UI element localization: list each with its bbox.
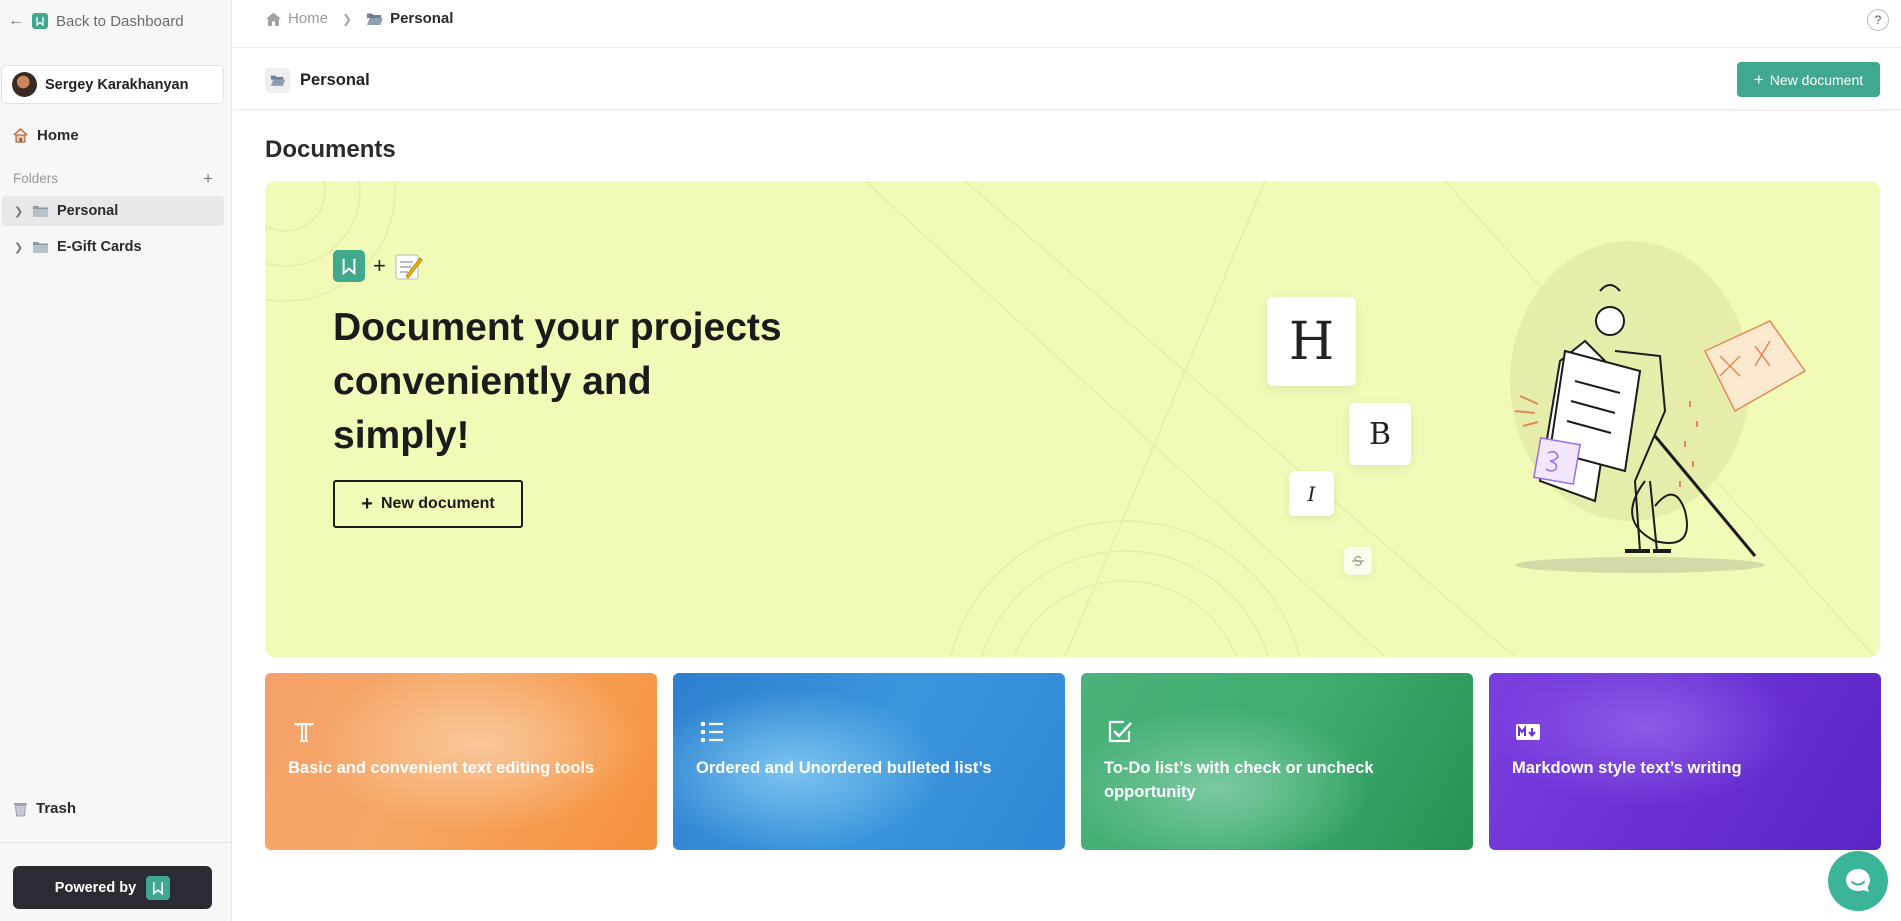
heading-icon: H [1288, 311, 1335, 372]
trash-icon [14, 802, 27, 816]
user-switcher[interactable]: Sergey Karakhanyan [1, 65, 224, 104]
markdown-icon [1516, 724, 1540, 740]
chevron-right-icon: ❯ [342, 11, 353, 26]
feature-card-todo-lists[interactable]: To-Do list’s with check or uncheck oppor… [1081, 673, 1473, 850]
app-logo-icon [333, 250, 365, 282]
strikethrough-tile [1344, 547, 1372, 575]
new-document-button[interactable]: + New document [1737, 62, 1880, 97]
open-folder-icon [367, 13, 384, 25]
folders-label: Folders [13, 171, 59, 186]
feature-card-label: Markdown style text’s writing [1512, 759, 1742, 777]
sidebar: ← Back to Dashboard Sergey Karakhanyan H… [0, 0, 232, 921]
memo-icon [395, 254, 423, 279]
folder-header: Personal + New document [233, 49, 1901, 111]
back-to-dashboard-label: Back to Dashboard [56, 12, 184, 30]
breadcrumb-current-label: Personal [390, 10, 454, 27]
heading-tile: H [1267, 297, 1356, 386]
avatar [12, 72, 37, 97]
breadcrumb: Home ❯ Personal [265, 10, 453, 27]
sidebar-item-home[interactable]: Home [12, 127, 79, 144]
feature-card-label: Ordered and Unordered bulleted list’s [696, 759, 992, 777]
italic-icon: I [1307, 481, 1316, 506]
help-button[interactable]: ? [1867, 9, 1889, 31]
sidebar-folder-e-gift-cards[interactable]: ❯ E-Gift Cards [2, 232, 224, 262]
feature-card-markdown[interactable]: Markdown style text’s writing [1489, 673, 1881, 850]
chat-icon [1846, 869, 1870, 892]
hero-icon-row: + [333, 250, 423, 282]
user-name: Sergey Karakhanyan [45, 76, 189, 93]
sidebar-folder-personal[interactable]: ❯ Personal [2, 196, 224, 226]
bold-icon: B [1368, 416, 1392, 452]
feature-card-text-editing[interactable]: Basic and convenient text editing tools [265, 673, 657, 850]
open-folder-icon [265, 68, 290, 93]
folder-icon [33, 242, 48, 253]
feature-card-label: To-Do list’s with check or uncheck oppor… [1104, 759, 1374, 801]
folder-icon [33, 206, 48, 217]
app-logo-icon [146, 875, 171, 900]
feature-card-label: Basic and convenient text editing tools [288, 759, 595, 777]
hero-title: Document your projects conveniently and … [333, 306, 782, 457]
powered-by-label: Powered by [54, 879, 137, 896]
hero-new-document-button[interactable]: + New document [333, 480, 523, 528]
help-icon: ? [1874, 13, 1882, 27]
bulleted-list-icon [700, 721, 723, 743]
breadcrumb-current: Personal [366, 10, 453, 27]
sidebar-item-trash-label: Trash [36, 800, 77, 817]
add-folder-button[interactable]: + [203, 170, 213, 187]
sidebar-item-trash[interactable]: Trash [13, 800, 76, 817]
sidebar-folder-label: Personal [57, 203, 119, 219]
strikethrough-icon [1352, 555, 1364, 567]
app-logo-icon [32, 13, 48, 29]
breadcrumb-home-label: Home [288, 10, 329, 27]
bold-tile: B [1349, 403, 1411, 465]
powered-by-badge[interactable]: Powered by [13, 866, 212, 909]
back-to-dashboard-link[interactable]: ← Back to Dashboard [8, 8, 184, 34]
plus-sign: + [373, 253, 386, 278]
folders-section-header: Folders + [13, 170, 213, 187]
sidebar-item-home-label: Home [37, 127, 79, 144]
chat-widget-button[interactable] [1828, 851, 1888, 911]
hero-new-document-label: New document [380, 495, 495, 512]
plus-icon: + [361, 492, 373, 515]
plus-icon: + [1753, 69, 1764, 89]
sidebar-folder-label: E-Gift Cards [57, 239, 142, 255]
folder-title-label: Personal [300, 71, 370, 89]
checkbox-icon [1108, 720, 1132, 743]
text-format-icon [294, 723, 314, 742]
italic-tile: I [1289, 471, 1334, 516]
sidebar-divider [0, 842, 232, 843]
hero-banner: + Document your projects conveniently an… [265, 181, 1880, 657]
chevron-right-icon[interactable]: ❯ [14, 205, 24, 218]
top-bar: Home ❯ Personal ? [233, 0, 1901, 48]
feature-card-bulleted-lists[interactable]: Ordered and Unordered bulleted list’s [673, 673, 1065, 850]
house-icon [13, 127, 28, 143]
breadcrumb-home[interactable]: Home [265, 10, 328, 27]
chevron-right-icon[interactable]: ❯ [14, 241, 24, 254]
folder-title: Personal [265, 68, 370, 93]
arrow-left-icon: ← [8, 12, 24, 29]
house-icon [266, 12, 281, 26]
documents-heading: Documents [265, 136, 396, 163]
new-document-button-label: New document [1769, 71, 1864, 88]
